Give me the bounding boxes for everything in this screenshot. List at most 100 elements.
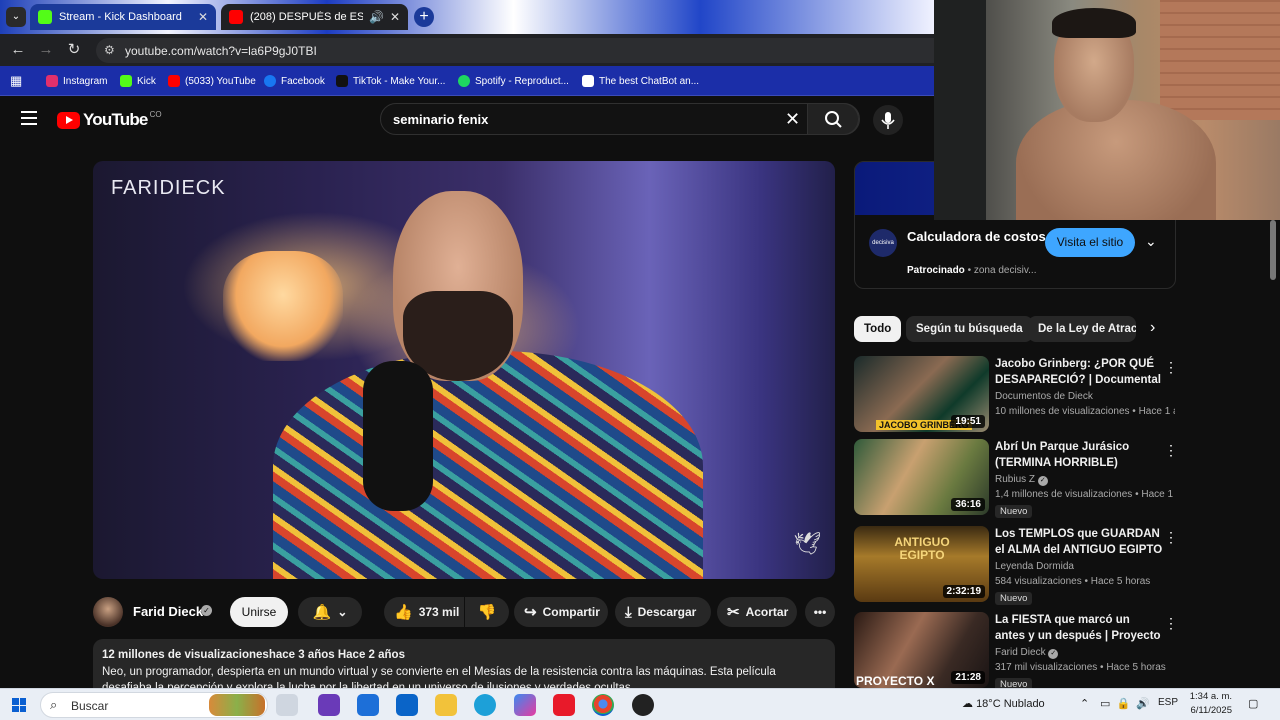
address-bar[interactable]: ⚙ youtube.com/watch?v=la6P9gJ0TBI xyxy=(96,38,934,63)
reload-icon[interactable]: ↻ xyxy=(64,40,84,60)
tray-overflow-chevron-icon[interactable]: ⌃ xyxy=(1080,697,1089,710)
related-video-item[interactable]: JACOBO GRINBERG 19:51 Jacobo Grinberg: ¿… xyxy=(854,356,1178,434)
tab-youtube-video[interactable]: (208) DESPUÉS de ESCUCHAR 🔊 ✕ xyxy=(221,4,408,30)
kick-icon xyxy=(38,10,52,24)
related-video-item[interactable]: PROYECTO X 21:28 La FIESTA que marcó un … xyxy=(854,612,1178,691)
more-vertical-icon[interactable]: ⋮ xyxy=(1164,442,1178,459)
page-scrollbar[interactable] xyxy=(1270,220,1276,280)
bookmark-spotify[interactable]: Spotify - Reproduct... xyxy=(458,73,569,89)
thumbs-down-icon: 👎 xyxy=(477,604,497,621)
apps-grid-icon[interactable]: ▦ xyxy=(10,73,22,89)
close-tab-icon[interactable]: ✕ xyxy=(390,10,400,24)
app-icon-1[interactable] xyxy=(318,694,340,716)
chevron-right-icon[interactable]: › xyxy=(1150,319,1155,337)
like-button[interactable]: 👍 373 mil xyxy=(384,597,464,627)
related-video-title[interactable]: Abrí Un Parque Jurásico (TERMINA HORRIBL… xyxy=(995,439,1163,471)
bookmark-label: Kick xyxy=(137,75,156,87)
youtube-logo[interactable]: YouTube CO xyxy=(57,110,162,130)
more-vertical-icon[interactable]: ⋮ xyxy=(1164,615,1178,632)
voice-search-button[interactable] xyxy=(873,105,903,135)
ad-title[interactable]: Calculadora de costos xyxy=(907,228,1047,245)
clear-search-icon[interactable]: ✕ xyxy=(785,109,800,130)
video-frame-lamp xyxy=(223,251,343,361)
related-channel-name[interactable]: Leyenda Dormida xyxy=(995,561,1074,572)
taskbar-search[interactable]: ⌕ Buscar xyxy=(40,692,268,718)
channel-name[interactable]: Farid Dieck xyxy=(133,604,203,619)
video-thumbnail[interactable]: 36:16 xyxy=(854,439,989,515)
related-video-title[interactable]: Los TEMPLOS que GUARDAN el ALMA del ANTI… xyxy=(995,526,1163,558)
browser-tab-strip: ⌄ Stream - Kick Dashboard ✕ (208) DESPUÉ… xyxy=(0,0,934,34)
more-vertical-icon[interactable]: ⋮ xyxy=(1164,529,1178,546)
more-vertical-icon[interactable]: ⋮ xyxy=(1164,359,1178,376)
related-video-title[interactable]: La FIESTA que marcó un antes y un despué… xyxy=(995,612,1163,644)
copilot-icon[interactable] xyxy=(514,694,536,716)
chip-based-on-search[interactable]: Según tu búsqueda xyxy=(906,316,1033,342)
channel-avatar[interactable] xyxy=(93,597,123,627)
file-explorer-icon[interactable] xyxy=(435,694,457,716)
tab-kick-dashboard[interactable]: Stream - Kick Dashboard ✕ xyxy=(30,4,216,30)
related-video-item[interactable]: ANTIGUO EGIPTO 2:32:19 Los TEMPLOS que G… xyxy=(854,526,1178,605)
clip-button[interactable]: ✂ Acortar xyxy=(717,597,797,627)
menu-icon[interactable] xyxy=(21,111,37,125)
bookmark-tiktok[interactable]: TikTok - Make Your... xyxy=(336,73,445,89)
duration-badge: 19:51 xyxy=(951,415,985,428)
channel-label: Rubius Z xyxy=(995,474,1036,485)
close-tab-icon[interactable]: ✕ xyxy=(198,10,208,24)
more-actions-button[interactable]: ••• xyxy=(805,597,835,627)
related-channel-name[interactable]: Documentos de Dieck xyxy=(995,391,1093,402)
video-thumbnail[interactable]: JACOBO GRINBERG 19:51 xyxy=(854,356,989,432)
chrome-icon[interactable] xyxy=(592,694,614,716)
subscribe-notifications-button[interactable]: 🔔 ⌄ xyxy=(298,597,362,627)
store-icon[interactable] xyxy=(357,694,379,716)
tray-icons[interactable]: ▭ 🔒 🔊 xyxy=(1100,697,1150,710)
video-thumbnail[interactable]: ANTIGUO EGIPTO 2:32:19 xyxy=(854,526,989,602)
bookmark-label: Spotify - Reproduct... xyxy=(475,75,569,87)
outlook-icon[interactable] xyxy=(396,694,418,716)
new-tab-button[interactable]: + xyxy=(414,7,434,27)
bookmark-chatbot[interactable]: The best ChatBot an... xyxy=(582,73,699,89)
bookmark-instagram[interactable]: Instagram xyxy=(46,73,107,89)
tab-label: Stream - Kick Dashboard xyxy=(59,11,182,23)
chip-all[interactable]: Todo xyxy=(854,316,902,342)
dislike-button[interactable]: 👎 xyxy=(465,597,509,627)
share-label: Compartir xyxy=(542,605,600,619)
notifications-icon[interactable]: ▢ xyxy=(1248,697,1258,710)
bookmark-youtube[interactable]: (5033) YouTube xyxy=(168,73,256,89)
weather-widget[interactable]: ☁ 18°C Nublado xyxy=(962,697,1045,710)
chevron-down-icon: ⌄ xyxy=(337,605,348,619)
related-channel-name[interactable]: Farid Dieck ✓ xyxy=(995,647,1059,659)
site-info-icon[interactable]: ⚙ xyxy=(104,43,115,57)
youtube-app-icon[interactable] xyxy=(553,694,575,716)
visit-site-button[interactable]: Visita el sitio xyxy=(1045,228,1135,257)
date-text: 6/11/2025 xyxy=(1190,705,1232,716)
ad-expand-chevron-icon[interactable]: ⌄ xyxy=(1145,233,1157,250)
language-indicator[interactable]: ESP xyxy=(1158,697,1178,708)
video-player[interactable]: FARIDIECK 🕊 xyxy=(93,161,835,579)
speaker-icon[interactable]: 🔊 xyxy=(369,10,384,24)
video-thumbnail[interactable]: PROYECTO X 21:28 xyxy=(854,612,989,688)
obs-icon[interactable] xyxy=(632,694,654,716)
related-video-title[interactable]: Jacobo Grinberg: ¿POR QUÉ DESAPARECIÓ? |… xyxy=(995,356,1163,388)
tab-search-dropdown-icon[interactable]: ⌄ xyxy=(6,7,26,27)
bookmark-label: Facebook xyxy=(281,75,325,87)
chip-law-of-attraction[interactable]: De la Ley de Atracción xyxy=(1028,316,1136,342)
join-button[interactable]: Unirse xyxy=(230,597,288,627)
search-box[interactable]: seminario fenix ✕ xyxy=(380,103,860,135)
bookmark-facebook[interactable]: Facebook xyxy=(264,73,325,89)
share-button[interactable]: ↪ Compartir xyxy=(514,597,608,627)
related-video-item[interactable]: 36:16 Abrí Un Parque Jurásico (TERMINA H… xyxy=(854,439,1178,518)
task-view-icon[interactable] xyxy=(276,694,298,716)
forward-arrow-icon[interactable]: → xyxy=(36,40,56,60)
search-input[interactable]: seminario fenix xyxy=(393,112,488,127)
advertiser-logo: decisiva xyxy=(869,229,897,257)
bookmark-kick[interactable]: Kick xyxy=(120,73,156,89)
back-arrow-icon[interactable]: ← xyxy=(8,40,28,60)
download-button[interactable]: ⤓ Descargar xyxy=(615,597,711,627)
edge-icon[interactable] xyxy=(474,694,496,716)
search-button[interactable] xyxy=(807,103,859,135)
windows-start-icon[interactable] xyxy=(12,698,26,712)
related-channel-name[interactable]: Rubius Z ✓ xyxy=(995,474,1048,486)
country-code: CO xyxy=(149,110,162,119)
more-horizontal-icon: ••• xyxy=(813,605,827,619)
clock[interactable]: 1:34 a. m. 6/11/2025 xyxy=(1184,690,1232,718)
